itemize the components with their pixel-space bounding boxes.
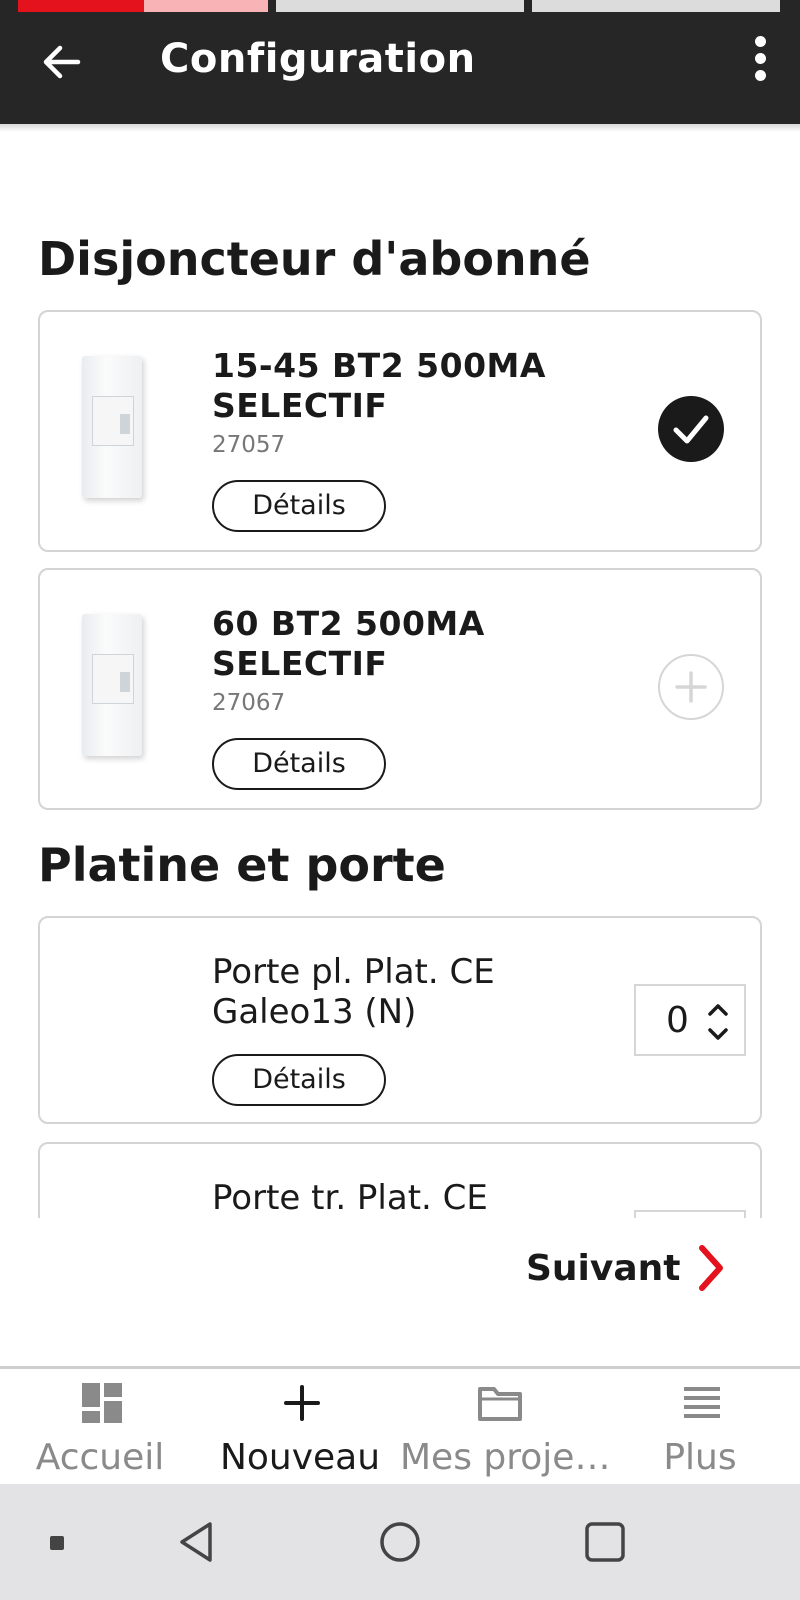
back-triangle-icon[interactable] — [176, 1520, 216, 1568]
progress-step-1-remaining — [144, 0, 268, 12]
system-nav-bar — [0, 1484, 800, 1600]
nav-label: Nouveau — [219, 1437, 381, 1478]
bottom-nav: Accueil Nouveau Mes proje… Plus — [0, 1366, 800, 1484]
menu-lines-icon — [678, 1381, 726, 1429]
page-title: Configuration — [160, 36, 476, 82]
nav-label: Mes proje… — [400, 1437, 611, 1478]
check-circle-icon[interactable] — [658, 396, 724, 462]
progress-step-3 — [532, 0, 780, 12]
product-reference: 27057 — [212, 432, 286, 458]
footer-actions: Suivant — [0, 1218, 800, 1340]
product-image — [82, 356, 142, 498]
home-circle-icon[interactable] — [378, 1520, 422, 1568]
stepper-arrows-icon[interactable] — [706, 1000, 730, 1044]
folder-icon — [476, 1381, 524, 1429]
product-image — [82, 614, 142, 756]
nav-item-plus[interactable]: Plus — [600, 1369, 800, 1487]
section-title-platine: Platine et porte — [38, 838, 446, 892]
details-button[interactable]: Détails — [212, 738, 386, 790]
product-name: Porte tr. Plat. CE — [212, 1178, 488, 1218]
nav-label: Accueil — [35, 1437, 165, 1478]
dashboard-icon — [78, 1381, 126, 1429]
small-square-icon[interactable] — [50, 1536, 64, 1550]
more-vertical-icon[interactable] — [752, 36, 768, 90]
nav-item-nouveau[interactable]: Nouveau — [200, 1369, 400, 1487]
nav-item-mes-projets[interactable]: Mes proje… — [400, 1369, 611, 1487]
chevron-right-icon — [694, 1242, 728, 1294]
plus-circle-icon[interactable] — [658, 654, 724, 720]
quantity-value: 0 — [666, 1000, 689, 1041]
app-bar: Configuration — [0, 0, 800, 124]
product-name: 15-45 BT2 500MA SELECTIF — [212, 346, 546, 425]
plus-icon — [278, 1381, 326, 1429]
product-name: 60 BT2 500MA SELECTIF — [212, 604, 485, 683]
next-button[interactable]: Suivant — [526, 1242, 736, 1296]
product-card[interactable]: 60 BT2 500MA SELECTIF 27067 Détails — [38, 568, 762, 810]
quantity-stepper[interactable]: 0 — [634, 984, 746, 1056]
next-label: Suivant — [526, 1248, 681, 1289]
app-bar-shadow — [0, 124, 800, 132]
progress-step-1-done — [18, 0, 144, 12]
progress-step-2 — [276, 0, 524, 12]
arrow-left-icon[interactable] — [40, 40, 84, 84]
product-reference: 27067 — [212, 690, 286, 716]
nav-item-accueil[interactable]: Accueil — [0, 1369, 200, 1487]
section-title-disjoncteur: Disjoncteur d'abonné — [38, 232, 591, 286]
product-card[interactable]: 15-45 BT2 500MA SELECTIF 27057 Détails — [38, 310, 762, 552]
recents-square-icon[interactable] — [584, 1520, 626, 1568]
product-card[interactable]: Porte pl. Plat. CE Galeo13 (N) Détails 0 — [38, 916, 762, 1124]
product-name: Porte pl. Plat. CE Galeo13 (N) — [212, 952, 495, 1032]
details-button[interactable]: Détails — [212, 480, 386, 532]
nav-label: Plus — [663, 1437, 737, 1478]
details-button[interactable]: Détails — [212, 1054, 386, 1106]
